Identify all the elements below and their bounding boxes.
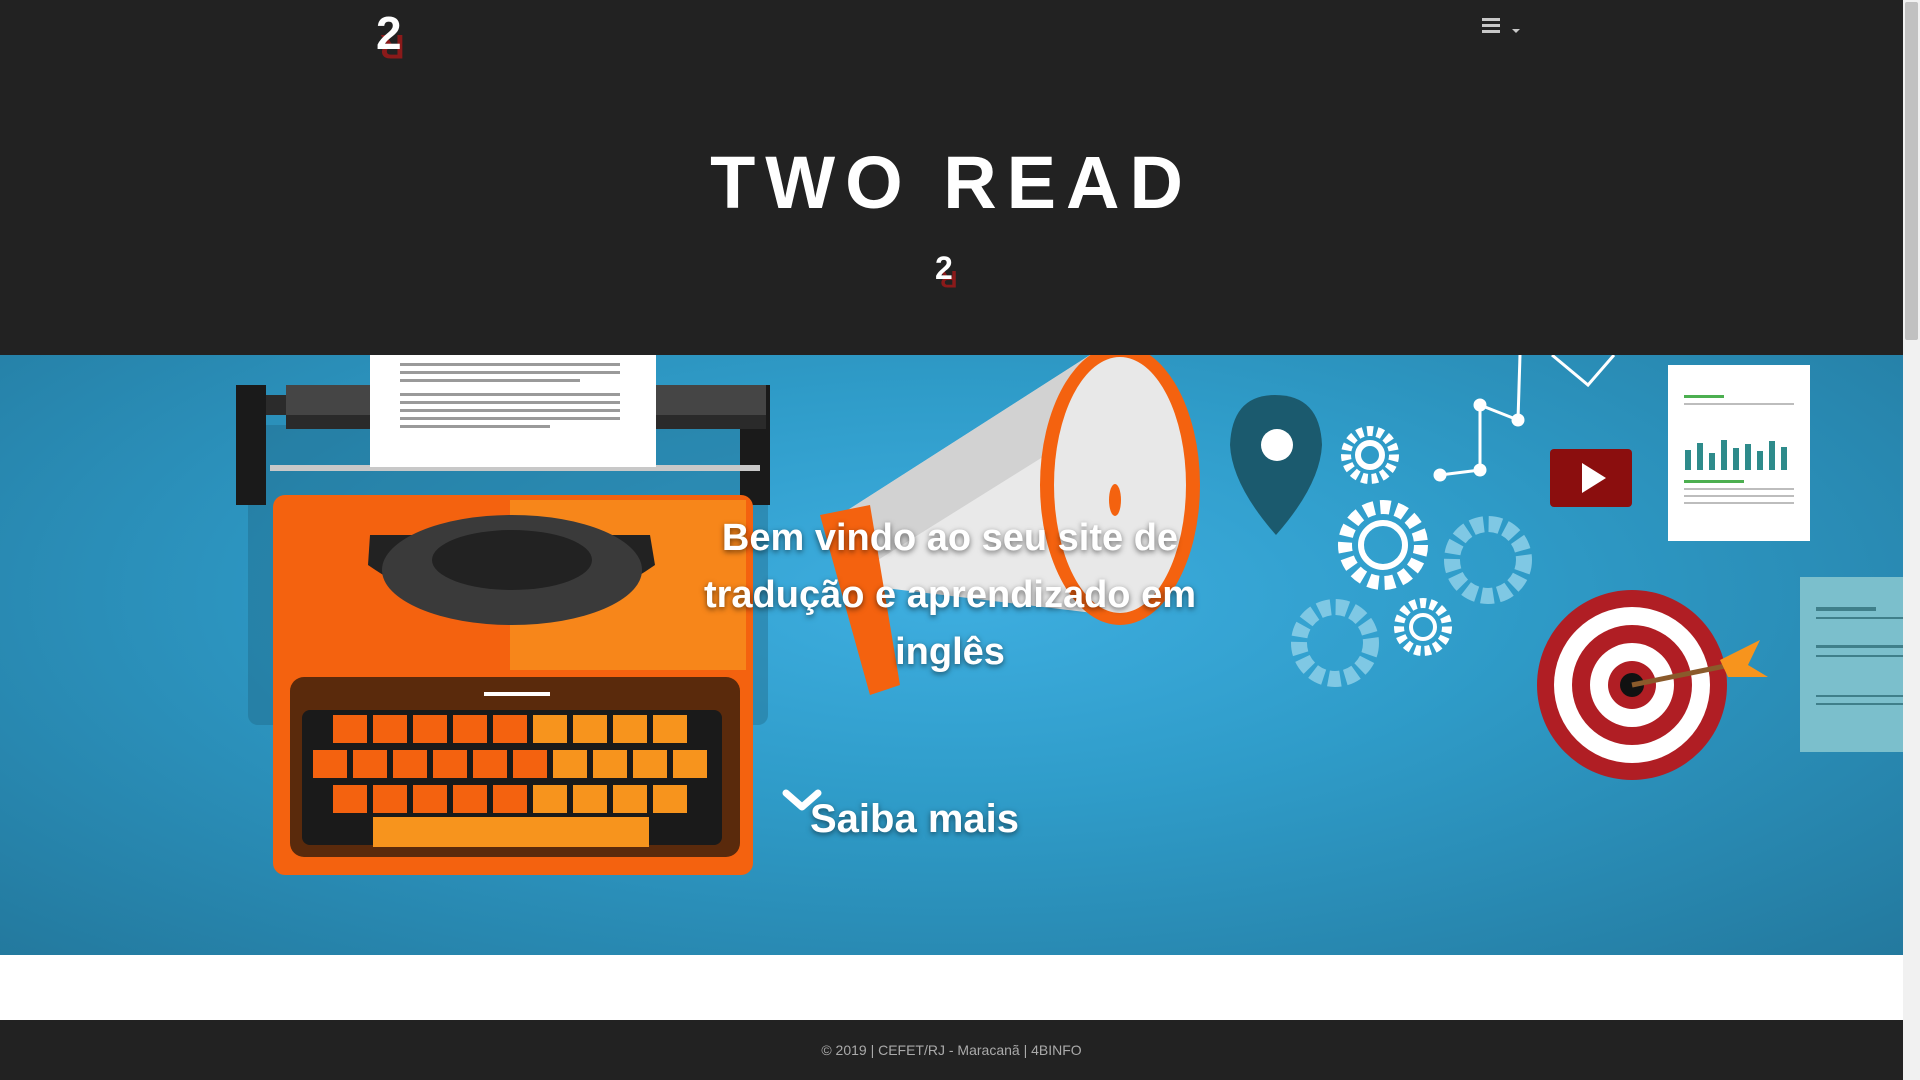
- logo-link[interactable]: R 2: [376, 6, 428, 65]
- hero-section: Bem vindo ao seu site de tradução e apre…: [0, 355, 1903, 955]
- logo-emblem: R 2: [932, 250, 968, 292]
- chevron-down-icon: [782, 789, 822, 811]
- content-section: [0, 955, 1903, 1020]
- logo-digit: 2: [935, 250, 953, 286]
- gears-icon: [1291, 426, 1532, 687]
- welcome-text: Bem vindo ao seu site de tradução e apre…: [703, 517, 1196, 673]
- saiba-mais-button[interactable]: Saiba mais: [780, 785, 1120, 855]
- footer-copyright: © 2019 | CEFET/RJ - Maracanã | 4BINFO: [821, 1042, 1082, 1058]
- header: R 2 TWO READ R 2: [0, 0, 1903, 355]
- report-document-icon: [1668, 365, 1810, 541]
- footer: © 2019 | CEFET/RJ - Maracanã | 4BINFO: [0, 1020, 1903, 1080]
- location-pin-icon: [1230, 395, 1322, 535]
- page: R 2 TWO READ R 2 Bem vindo ao seu site d…: [0, 0, 1903, 1080]
- caret-down-icon: [1512, 29, 1520, 33]
- menu-dropdown-button[interactable]: [1478, 14, 1528, 40]
- page-scrollbar[interactable]: [1903, 0, 1920, 1080]
- logo-digit: 2: [376, 7, 402, 59]
- saiba-mais-label: Saiba mais: [810, 797, 1020, 841]
- target-icon: [1537, 590, 1768, 780]
- side-document-icon: [1800, 577, 1903, 752]
- video-play-icon: [1550, 449, 1632, 507]
- page-title: TWO READ: [710, 141, 1193, 224]
- scrollbar-thumb[interactable]: [1905, 2, 1918, 340]
- hamburger-icon: [1482, 18, 1500, 36]
